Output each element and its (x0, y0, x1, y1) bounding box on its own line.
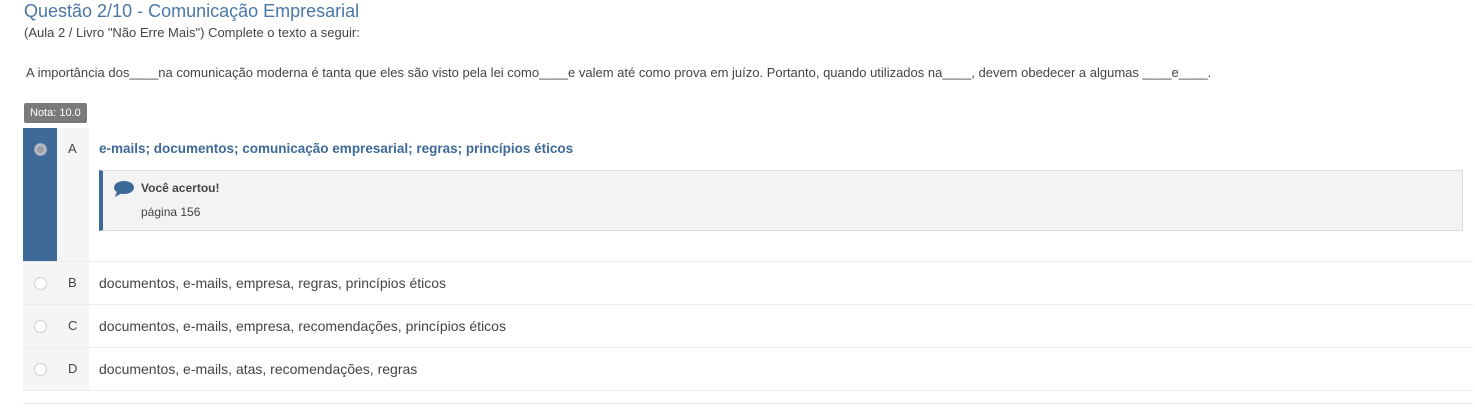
option-c[interactable]: C documentos, e-mails, empresa, recomend… (23, 305, 1473, 348)
question-subtitle: (Aula 2 / Livro "Não Erre Mais") Complet… (24, 25, 360, 40)
option-d-letter: D (68, 361, 78, 376)
feedback-text: página 156 (141, 205, 201, 219)
option-c-text[interactable]: documentos, e-mails, empresa, recomendaç… (99, 317, 506, 335)
feedback-title: Você acertou! (141, 181, 220, 195)
divider (23, 403, 1473, 404)
option-b[interactable]: B documentos, e-mails, empresa, regras, … (23, 262, 1473, 305)
option-a-text[interactable]: e-mails; documentos; comunicação empresa… (99, 140, 573, 158)
feedback-box: Você acertou! página 156 (99, 170, 1463, 231)
option-b-letter: B (68, 275, 77, 290)
score-badge: Nota: 10.0 (24, 103, 87, 123)
option-c-letter: C (68, 318, 78, 333)
option-a-letter: A (68, 141, 77, 156)
question-text: A importância dos____na comunicação mode… (26, 65, 1212, 80)
option-d-radio[interactable] (34, 363, 47, 376)
option-c-radio[interactable] (34, 320, 47, 333)
option-d[interactable]: D documentos, e-mails, atas, recomendaçõ… (23, 348, 1473, 391)
option-d-text[interactable]: documentos, e-mails, atas, recomendações… (99, 360, 417, 378)
question-title: Questão 2/10 - Comunicação Empresarial (24, 1, 360, 21)
answer-options: A e-mails; documentos; comunicação empre… (23, 128, 1473, 391)
comment-icon (114, 181, 134, 197)
option-a[interactable]: A e-mails; documentos; comunicação empre… (23, 128, 1473, 262)
option-b-text[interactable]: documentos, e-mails, empresa, regras, pr… (99, 274, 446, 292)
option-b-radio[interactable] (34, 277, 47, 290)
option-a-radio[interactable] (34, 143, 47, 156)
